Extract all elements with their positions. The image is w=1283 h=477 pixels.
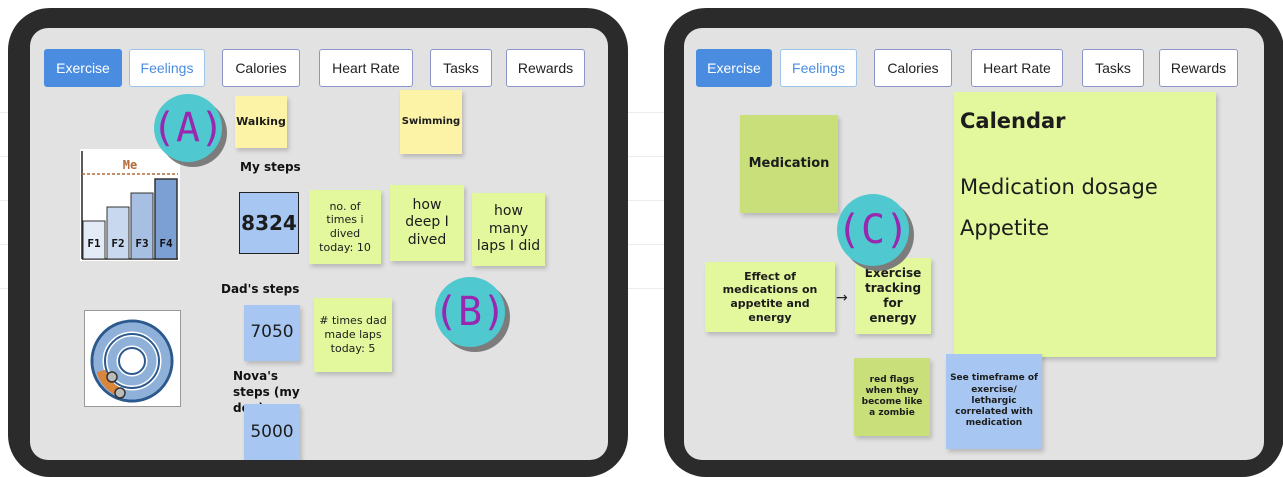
sticky-effect-of-medications[interactable]: Effect of medications on appetite and en… <box>705 262 835 332</box>
tab-calories[interactable]: Calories <box>222 49 300 87</box>
nova-steps-value: 5000 <box>244 404 300 460</box>
sticky-walking[interactable]: Walking <box>235 96 287 148</box>
my-steps-value: 8324 <box>239 192 299 254</box>
sticky-laps[interactable]: how many laps I did <box>472 193 545 266</box>
tab-tasks[interactable]: Tasks <box>1082 49 1144 87</box>
sticky-swimming[interactable]: Swimming <box>400 90 462 154</box>
arrow-right-icon: → <box>836 290 848 306</box>
tab-tasks[interactable]: Tasks <box>430 49 492 87</box>
bar-label: F4 <box>159 237 173 250</box>
sticky-exercise-tracking[interactable]: Exercise tracking for energy <box>855 258 931 334</box>
left-screen: Exercise Feelings Calories Heart Rate Ta… <box>30 28 608 460</box>
bar-chart-graphic: Me F1 F2 F3 F4 <box>81 151 178 260</box>
tab-exercise[interactable]: Exercise <box>696 49 772 87</box>
bar-label: F1 <box>87 237 101 250</box>
swimming-laps-image <box>84 310 181 407</box>
tab-heart-rate[interactable]: Heart Rate <box>971 49 1063 87</box>
bar-label: F3 <box>135 237 148 250</box>
dads-steps-value: 7050 <box>244 305 300 361</box>
sticky-timeframe[interactable]: See timeframe of exercise/ lethargic cor… <box>946 354 1042 449</box>
right-screen: Exercise Feelings Calories Heart Rate Ta… <box>684 28 1264 460</box>
left-tablet-frame: Exercise Feelings Calories Heart Rate Ta… <box>8 8 628 477</box>
calendar-sticky[interactable]: Calendar Medication dosage Appetite <box>954 92 1216 357</box>
tab-feelings[interactable]: Feelings <box>129 49 205 87</box>
badge-b: (B) <box>434 277 506 347</box>
sticky-dive-depth[interactable]: how deep I dived <box>390 185 464 261</box>
right-tablet-frame: Exercise Feelings Calories Heart Rate Ta… <box>664 8 1283 477</box>
calendar-line-appetite: Appetite <box>960 215 1050 240</box>
sticky-medication[interactable]: Medication <box>740 115 838 213</box>
tab-feelings[interactable]: Feelings <box>780 49 857 87</box>
tab-rewards[interactable]: Rewards <box>1159 49 1238 87</box>
swimming-track-icon <box>90 319 174 403</box>
tab-calories[interactable]: Calories <box>874 49 952 87</box>
calendar-line-dosage: Medication dosage <box>960 175 1158 200</box>
bar-chart-marker: Me <box>123 158 137 172</box>
badge-a: (A) <box>152 94 224 162</box>
sticky-red-flags[interactable]: red flags when they become like a zombie <box>854 358 930 436</box>
sticky-dad-laps[interactable]: # times dad made laps today: 5 <box>314 298 392 372</box>
badge-c: (C) <box>837 194 909 266</box>
calendar-title: Calendar <box>960 109 1066 133</box>
tab-exercise[interactable]: Exercise <box>44 49 122 87</box>
bar-label: F2 <box>111 237 124 250</box>
label-my-steps: My steps <box>240 160 301 174</box>
tab-heart-rate[interactable]: Heart Rate <box>319 49 413 87</box>
tab-rewards[interactable]: Rewards <box>506 49 585 87</box>
sticky-dives-count[interactable]: no. of times i dived today: 10 <box>309 190 381 264</box>
label-dads-steps: Dad's steps <box>221 282 300 296</box>
bar-chart-image: Me F1 F2 F3 F4 <box>80 149 180 261</box>
